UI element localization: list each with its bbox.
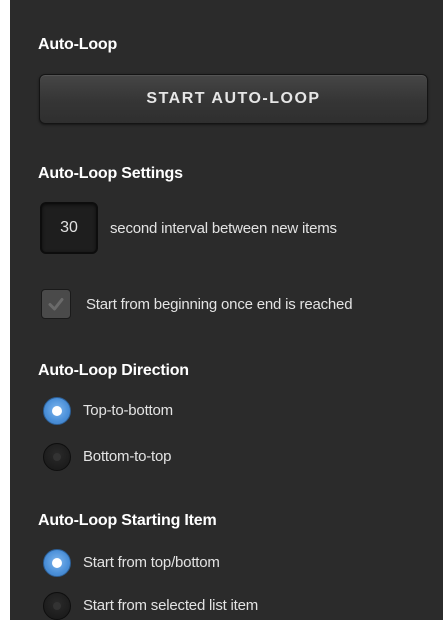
auto-loop-panel: Auto-Loop START AUTO-LOOP Auto-Loop Sett…	[10, 0, 443, 620]
interval-input[interactable]: 30	[40, 202, 98, 254]
checkmark-icon	[48, 298, 64, 311]
restart-checkbox[interactable]	[41, 289, 71, 319]
radio-start-from-top-bottom[interactable]	[43, 549, 71, 577]
radio-start-from-selected-item[interactable]	[43, 592, 71, 620]
radio-bottom-to-top-label: Bottom-to-top	[83, 448, 172, 465]
radio-start-from-top-bottom-label: Start from top/bottom	[83, 554, 220, 571]
radio-top-to-bottom[interactable]	[43, 397, 71, 425]
start-auto-loop-button[interactable]: START AUTO-LOOP	[39, 74, 428, 124]
auto-loop-heading: Auto-Loop	[38, 36, 118, 53]
auto-loop-direction-heading: Auto-Loop Direction	[38, 362, 189, 379]
radio-top-to-bottom-label: Top-to-bottom	[83, 402, 173, 419]
auto-loop-starting-item-heading: Auto-Loop Starting Item	[38, 512, 217, 529]
interval-label: second interval between new items	[110, 220, 337, 237]
auto-loop-settings-heading: Auto-Loop Settings	[38, 165, 183, 182]
radio-bottom-to-top[interactable]	[43, 443, 71, 471]
radio-start-from-selected-item-label: Start from selected list item	[83, 597, 259, 614]
restart-checkbox-label: Start from beginning once end is reached	[86, 296, 353, 313]
